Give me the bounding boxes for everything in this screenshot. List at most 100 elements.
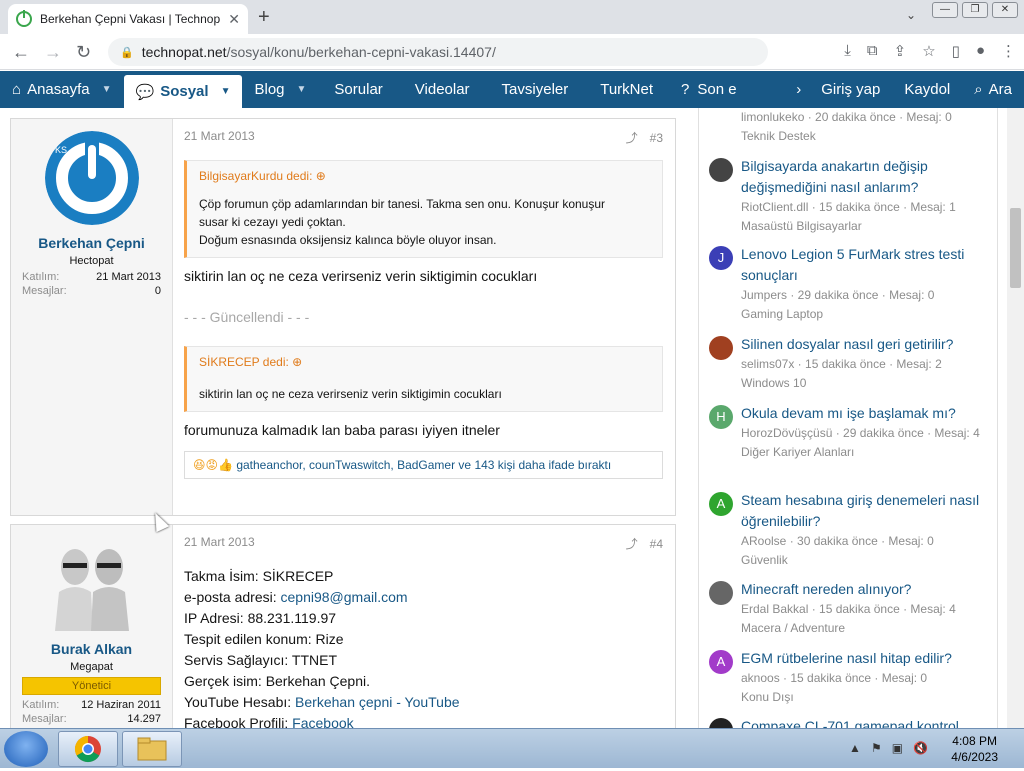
reactions-text[interactable]: gatheanchor, counTwaswitch, BadGamer ve … <box>236 458 611 472</box>
thread-title[interactable]: Steam hesabına giriş denemeleri nasıl öğ… <box>741 490 989 532</box>
arrow-up-circle-icon[interactable]: ⊕ <box>292 355 302 369</box>
browser-tab[interactable]: Berkehan Çepni Vakası | Technop ✕ <box>8 4 248 34</box>
start-button[interactable] <box>4 731 48 767</box>
login-link[interactable]: Giriş yap <box>809 71 892 108</box>
share-icon[interactable]: ⇪ <box>894 42 907 60</box>
youtube-link[interactable]: Berkehan çepni - YouTube <box>295 694 460 710</box>
minimize-icon[interactable]: — <box>932 2 958 18</box>
thread-category[interactable]: Konu Dışı <box>741 688 989 707</box>
reload-icon[interactable]: ↻ <box>76 42 91 63</box>
thread-title[interactable]: Okula devam mı işe başlamak mı? <box>741 403 989 424</box>
thread-avatar[interactable] <box>709 581 733 605</box>
search-link[interactable]: ⌕ Ara <box>962 71 1024 108</box>
thread-title[interactable]: Lenovo Legion 5 FurMark stres testi sonu… <box>741 244 989 286</box>
nav-turknet[interactable]: TurkNet <box>584 71 669 108</box>
sidebar-thread[interactable]: J Lenovo Legion 5 FurMark stres testi so… <box>709 244 989 324</box>
chevron-down-icon[interactable]: ▼ <box>221 86 231 97</box>
profile-icon[interactable]: ● <box>976 42 985 60</box>
thread-title[interactable]: Compaxe CL-701 gamepad kontrol <box>741 716 989 728</box>
thread-title[interactable]: Silinen dosyalar nasıl geri getirilir? <box>741 334 989 355</box>
user-avatar[interactable]: KS <box>45 131 139 225</box>
chevron-down-icon[interactable]: ▼ <box>102 84 112 95</box>
thread-category[interactable]: Güvenlik <box>741 551 989 570</box>
translate-icon[interactable]: ⧉ <box>867 42 878 60</box>
network-icon[interactable]: ▣ <box>892 741 903 755</box>
scrollbar-thumb[interactable] <box>1010 208 1021 288</box>
nav-social[interactable]: 💬 Sosyal ▼ <box>123 75 243 108</box>
thread-avatar[interactable]: H <box>709 405 733 429</box>
nav-home[interactable]: ⌂ Anasayfa ▼ <box>0 71 124 108</box>
page-scrollbar[interactable] <box>1007 108 1024 728</box>
new-tab-icon[interactable]: + <box>258 6 270 29</box>
close-window-icon[interactable]: ✕ <box>992 2 1018 18</box>
close-tab-icon[interactable]: ✕ <box>228 11 240 28</box>
thread-title[interactable]: EGM rütbelerine nasıl hitap edilir? <box>741 648 989 669</box>
quote-block: BilgisayarKurdu dedi: ⊕ Çöp forumun çöp … <box>184 160 663 258</box>
reactions-bar[interactable]: 😆😡👍 gatheanchor, counTwaswitch, BadGamer… <box>184 451 663 479</box>
side-panel-icon[interactable]: ▯ <box>952 42 960 60</box>
thread-avatar[interactable]: A <box>709 492 733 516</box>
post-4: Burak Alkan Megapat Yönetici Katılım: 12 … <box>10 524 676 744</box>
tab-search-icon[interactable]: ⌄ <box>906 8 916 22</box>
lock-icon[interactable]: 🔒 <box>120 46 134 59</box>
post-user-panel: KS Berkehan Çepni Hectopat Katılım: 21 Ma… <box>11 119 173 515</box>
thread-avatar[interactable]: J <box>709 246 733 270</box>
chrome-taskbar-button[interactable] <box>58 731 118 767</box>
thread-title[interactable]: Minecraft nereden alınıyor? <box>741 579 989 600</box>
sidebar-thread[interactable]: Compaxe CL-701 gamepad kontrol <box>709 716 989 728</box>
action-center-icon[interactable]: ⚑ <box>871 741 882 755</box>
sidebar-thread[interactable]: Minecraft nereden alınıyor? Erdal Bakkal… <box>709 579 989 638</box>
thread-title[interactable]: Bilgisayarda anakartın değişip değişmedi… <box>741 156 989 198</box>
install-icon[interactable]: ⤓ <box>844 42 851 60</box>
clock[interactable]: 4:08 PM 4/6/2023 <box>951 733 998 765</box>
user-name[interactable]: Burak Alkan <box>11 641 172 657</box>
nav-videos[interactable]: Videolar <box>399 71 486 108</box>
arrow-up-circle-icon[interactable]: ⊕ <box>316 169 326 183</box>
explorer-taskbar-button[interactable] <box>122 731 182 767</box>
tray-expand-icon[interactable]: ▲ <box>849 741 861 755</box>
nav-scroll-right-icon[interactable]: › <box>788 71 809 108</box>
thread-category[interactable]: Diğer Kariyer Alanları <box>741 443 989 462</box>
thread-avatar[interactable] <box>709 718 733 728</box>
post-user-panel: Burak Alkan Megapat Yönetici Katılım: 12 … <box>11 525 173 743</box>
sidebar-thread[interactable]: Bilgisayarda anakartın değişip değişmedi… <box>709 156 989 236</box>
volume-icon[interactable]: 🔇 <box>913 741 928 755</box>
email-link[interactable]: cepni98@gmail.com <box>281 589 408 605</box>
post-number[interactable]: #3 <box>650 131 663 145</box>
sidebar-thread[interactable]: Silinen dosyalar nasıl geri getirilir? s… <box>709 334 989 393</box>
thread-category[interactable]: Masaüstü Bilgisayarlar <box>741 217 989 236</box>
info-list: Takma İsim: SİKRECEP e-posta adresi: cep… <box>184 566 675 734</box>
post-number[interactable]: #4 <box>650 537 663 551</box>
share-icon[interactable]: ⤴ <box>626 537 638 551</box>
user-avatar[interactable] <box>45 537 139 631</box>
nav-recent[interactable]: ? Son e <box>669 71 749 108</box>
thread-category[interactable]: Macera / Adventure <box>741 619 989 638</box>
post-date[interactable]: 21 Mart 2013 <box>184 535 255 552</box>
thread-avatar[interactable]: A <box>709 650 733 674</box>
share-icon[interactable]: ⤴ <box>626 131 638 145</box>
thread-category[interactable]: Windows 10 <box>741 374 989 393</box>
sidebar-thread[interactable]: A Steam hesabına giriş denemeleri nasıl … <box>709 490 989 570</box>
user-name[interactable]: Berkehan Çepni <box>11 235 172 251</box>
sidebar-thread[interactable]: limonlukeko · 20 dakika önce · Mesaj: 0 … <box>709 108 989 146</box>
nav-questions[interactable]: Sorular <box>318 71 398 108</box>
thread-category[interactable]: Gaming Laptop <box>741 305 989 324</box>
quote-header[interactable]: BilgisayarKurdu dedi: ⊕ <box>187 161 662 191</box>
thread-avatar[interactable] <box>709 158 733 182</box>
sidebar-thread[interactable]: H Okula devam mı işe başlamak mı? HorozD… <box>709 403 989 462</box>
back-icon[interactable]: ← <box>12 42 30 63</box>
address-bar[interactable]: 🔒 technopat.net/sosyal/konu/berkehan-cep… <box>108 38 768 66</box>
chevron-down-icon[interactable]: ▼ <box>297 84 307 95</box>
menu-icon[interactable]: ⋮ <box>1001 42 1016 60</box>
maximize-icon[interactable]: ❐ <box>962 2 988 18</box>
sidebar-thread[interactable]: A EGM rütbelerine nasıl hitap edilir? ak… <box>709 648 989 707</box>
forward-icon[interactable]: → <box>44 42 62 63</box>
post-date[interactable]: 21 Mart 2013 <box>184 129 255 146</box>
thread-category[interactable]: Teknik Destek <box>741 127 989 146</box>
quote-header[interactable]: SİKRECEP dedi: ⊕ <box>187 347 662 377</box>
register-link[interactable]: Kaydol <box>892 71 962 108</box>
thread-avatar[interactable] <box>709 336 733 360</box>
nav-blog[interactable]: Blog ▼ <box>242 71 318 108</box>
bookmark-star-icon[interactable]: ☆ <box>922 42 935 60</box>
nav-recommendations[interactable]: Tavsiyeler <box>486 71 585 108</box>
